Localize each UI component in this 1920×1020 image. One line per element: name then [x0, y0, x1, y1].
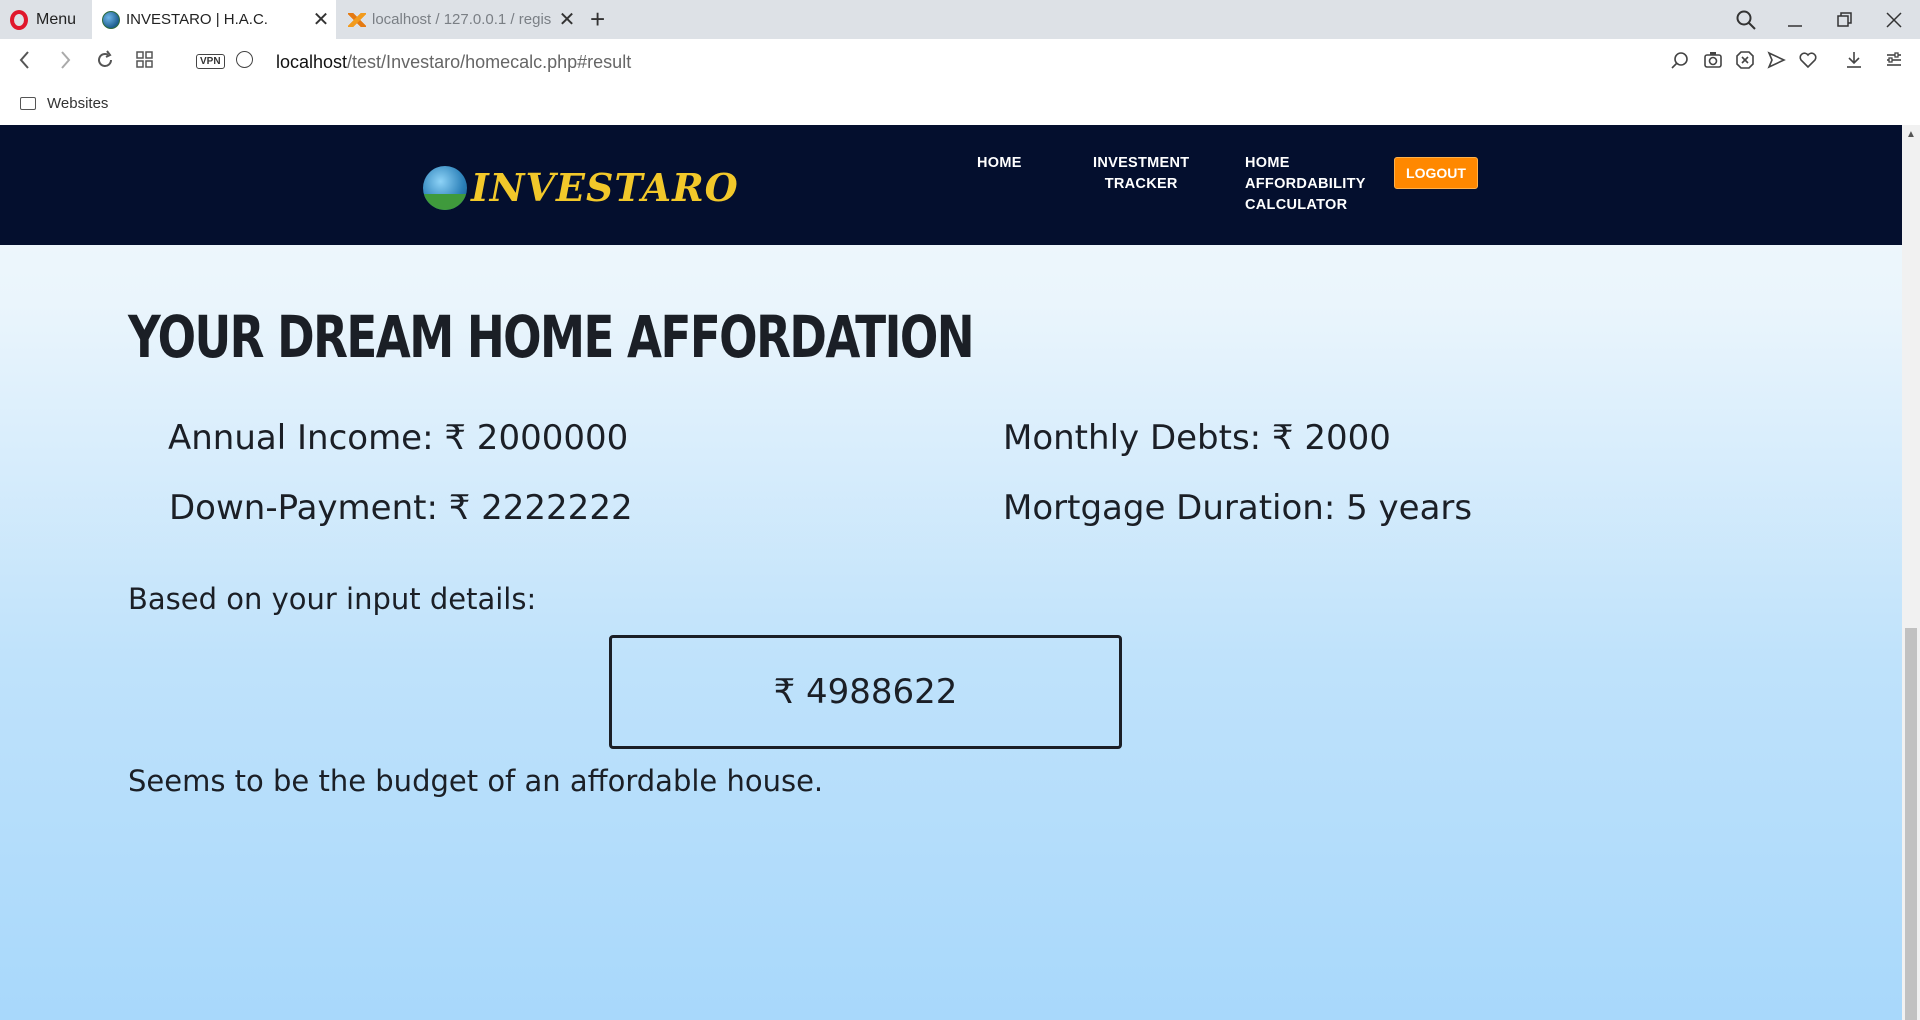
page-scrollbar[interactable]: ▲: [1902, 125, 1920, 1020]
browser-tab-bar: Menu INVESTARO | H.A.C. ✕ localhost / 12…: [0, 0, 1920, 39]
url-path: /test/Investaro/homecalc.php#result: [347, 52, 632, 72]
search-tabs-icon[interactable]: [1735, 0, 1757, 39]
annual-income: Annual Income: ₹ 2000000: [168, 418, 629, 458]
scrollbar-thumb[interactable]: [1905, 628, 1917, 1020]
phpmyadmin-favicon-icon: [348, 12, 366, 27]
bookmark-websites[interactable]: Websites: [47, 95, 108, 112]
search-in-page-icon[interactable]: [1670, 50, 1690, 75]
url-host: localhost: [276, 52, 348, 72]
close-tab-icon[interactable]: ✕: [552, 7, 582, 32]
site-logo[interactable]: INVESTARO: [423, 165, 739, 210]
url-field[interactable]: localhost/test/Investaro/homecalc.php#re…: [276, 52, 631, 73]
browser-menu-label: Menu: [36, 10, 77, 28]
nav-investment-line2: TRACKER: [1104, 176, 1178, 192]
nav-hac-line2: AFFORDABILITY: [1245, 176, 1366, 192]
tab-title: INVESTARO | H.A.C.: [126, 11, 268, 28]
browser-tab-inactive[interactable]: localhost / 127.0.0.1 / regis ✕: [338, 0, 582, 39]
tab-title: localhost / 127.0.0.1 / regis: [372, 11, 552, 28]
nav-home[interactable]: HOME: [977, 153, 1022, 174]
logo-text: INVESTARO: [471, 165, 739, 210]
logo-globe-icon: [423, 165, 467, 210]
page-title: YOUR DREAM HOME AFFORDATION: [128, 303, 975, 371]
speed-dial-icon[interactable]: [135, 49, 155, 75]
heart-icon[interactable]: [1798, 50, 1818, 75]
down-payment: Down-Payment: ₹ 2222222: [169, 488, 633, 528]
opera-logo-icon: [10, 9, 28, 30]
site-info-icon[interactable]: [236, 51, 253, 68]
address-bar-row: VPN localhost/test/Investaro/homecalc.ph…: [0, 39, 1920, 87]
nav-investment-tracker[interactable]: INVESTMENT TRACKER: [1093, 153, 1189, 195]
nav-hac-line3: CALCULATOR: [1245, 197, 1348, 213]
result-amount: ₹ 4988622: [773, 672, 958, 712]
minimize-window-icon[interactable]: [1786, 0, 1804, 39]
close-window-icon[interactable]: [1885, 0, 1903, 39]
new-tab-icon[interactable]: +: [590, 4, 605, 35]
logout-button[interactable]: LOGOUT: [1394, 157, 1478, 189]
adblock-icon[interactable]: [1735, 50, 1755, 75]
page-viewport: INVESTARO HOME INVESTMENT TRACKER HOME A…: [0, 125, 1902, 1020]
easy-setup-icon[interactable]: [1884, 50, 1904, 75]
nav-home-label: HOME: [977, 155, 1022, 171]
send-icon[interactable]: [1766, 50, 1786, 75]
vpn-badge[interactable]: VPN: [196, 54, 225, 69]
folder-icon: [20, 97, 36, 110]
scroll-up-arrow-icon[interactable]: ▲: [1906, 129, 1916, 140]
site-favicon-icon: [102, 10, 120, 29]
close-tab-icon[interactable]: ✕: [306, 7, 336, 32]
reload-icon[interactable]: [94, 49, 116, 77]
mortgage-duration: Mortgage Duration: 5 years: [1003, 488, 1473, 528]
based-on-text: Based on your input details:: [128, 582, 537, 616]
result-box: ₹ 4988622: [609, 635, 1122, 749]
site-header: INVESTARO HOME INVESTMENT TRACKER HOME A…: [0, 125, 1902, 245]
conclusion-text: Seems to be the budget of an affordable …: [128, 764, 824, 798]
nav-investment-line1: INVESTMENT: [1093, 155, 1190, 171]
browser-menu-button[interactable]: Menu: [0, 0, 92, 39]
bookmarks-bar: Websites: [0, 87, 1920, 125]
browser-tab-active[interactable]: INVESTARO | H.A.C. ✕: [92, 0, 336, 39]
back-icon[interactable]: [16, 49, 34, 77]
monthly-debts: Monthly Debts: ₹ 2000: [1003, 418, 1391, 458]
nav-home-affordability-calculator[interactable]: HOME AFFORDABILITY CALCULATOR: [1245, 153, 1366, 216]
downloads-icon[interactable]: [1844, 50, 1864, 75]
forward-icon[interactable]: [56, 49, 74, 77]
nav-hac-line1: HOME: [1245, 155, 1290, 171]
snapshot-icon[interactable]: [1703, 50, 1723, 75]
restore-window-icon[interactable]: [1836, 0, 1854, 39]
